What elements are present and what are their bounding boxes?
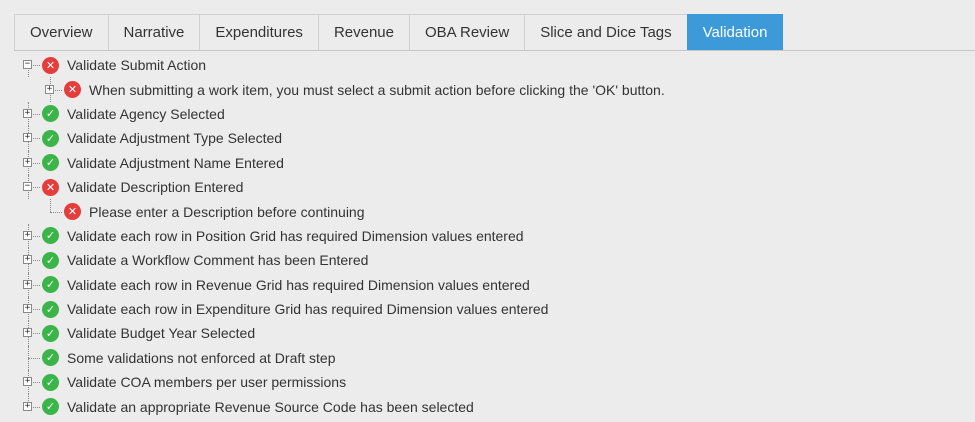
tree-connector: +: [44, 77, 64, 102]
tree-connector: +: [22, 248, 42, 273]
tree-node-label: Please enter a Description before contin…: [89, 203, 365, 220]
collapse-icon[interactable]: −: [23, 60, 32, 70]
validation-tree: − ✕ Validate Submit Action + ✕ When submittin…: [22, 53, 975, 422]
tree-connector: +: [22, 272, 42, 297]
tree-node-label: Validate COA members per user permission…: [67, 374, 347, 391]
tree-node[interactable]: ✕ Please enter a Description before conti…: [22, 199, 975, 223]
tree-node-label: Validate an appropriate Revenue Source C…: [67, 398, 474, 415]
tab-oba-review[interactable]: OBA Review: [408, 14, 525, 50]
tree-node[interactable]: ✓ Some validations not enforced at Draft …: [22, 345, 975, 371]
check-icon: ✓: [42, 251, 59, 269]
tree-node-label: Validate each row in Position Grid has r…: [67, 227, 524, 244]
error-x-icon: ✕: [64, 81, 81, 99]
tree-connector: +: [22, 296, 42, 322]
expand-icon[interactable]: +: [23, 328, 32, 338]
tree-node[interactable]: − ✕ Validate Submit Action: [22, 53, 975, 78]
tree-node-label: Some validations not enforced at Draft s…: [67, 349, 336, 366]
tree-node[interactable]: + ✓ Validate a Workflow Comment has been E…: [22, 248, 975, 273]
check-icon: ✓: [42, 154, 59, 172]
tree-node[interactable]: + ✕ When submitting a work item, you must …: [22, 77, 975, 102]
tree-node[interactable]: + ✓ Validate each row in Position Grid has…: [22, 223, 975, 249]
expand-icon[interactable]: +: [23, 401, 32, 411]
tree-node[interactable]: + ✓ Validate Adjustment Type Selected: [22, 126, 975, 151]
tree-connector: −: [22, 174, 42, 200]
tree-node-label: Validate Agency Selected: [67, 105, 225, 122]
tab-narrative[interactable]: Narrative: [107, 14, 200, 50]
check-icon: ✓: [42, 373, 59, 391]
tree-node-label: Validate each row in Expenditure Grid ha…: [67, 301, 549, 318]
collapse-icon[interactable]: −: [23, 182, 32, 192]
tab-slice-and-dice-tags[interactable]: Slice and Dice Tags: [524, 14, 687, 50]
tree-connector: +: [22, 150, 42, 175]
expand-icon[interactable]: +: [23, 108, 32, 118]
expand-icon[interactable]: +: [23, 377, 32, 387]
tree-connector: +: [22, 126, 42, 151]
tree-connector: +: [22, 394, 42, 418]
tree-node-label: Validate Adjustment Type Selected: [67, 130, 283, 147]
check-icon: ✓: [42, 227, 59, 245]
check-icon: ✓: [42, 324, 59, 342]
tab-expenditures[interactable]: Expenditures: [199, 14, 318, 50]
expand-icon[interactable]: +: [23, 157, 32, 167]
expand-icon[interactable]: +: [23, 255, 32, 265]
check-icon: ✓: [42, 129, 59, 147]
tree-node[interactable]: + ✓ Validate Budget Year Selected: [22, 321, 975, 346]
tree-node-label: Validate Adjustment Name Entered: [67, 154, 284, 171]
tab-bar: Overview Narrative Expenditures Revenue OBA …: [14, 14, 975, 51]
error-x-icon: ✕: [42, 178, 59, 196]
tree-node-label: Validate Budget Year Selected: [67, 325, 256, 342]
tree-connector: +: [22, 370, 42, 395]
tree-node[interactable]: − ✕ Validate Description Entered: [22, 174, 975, 200]
tree-node-label: When submitting a work item, you must se…: [89, 81, 665, 98]
tree-node-label: Validate Submit Action: [67, 57, 207, 74]
expand-icon[interactable]: +: [23, 279, 32, 289]
error-x-icon: ✕: [42, 56, 59, 74]
tree-node[interactable]: + ✓ Validate an appropriate Revenue Source…: [22, 394, 975, 418]
tree-node-label: Validate each row in Revenue Grid has re…: [67, 276, 530, 293]
check-icon: ✓: [42, 349, 59, 367]
tree-node-label: Validate a Workflow Comment has been Ent…: [67, 252, 369, 269]
tree-connector: +: [22, 101, 42, 127]
error-x-icon: ✕: [64, 203, 81, 221]
tab-validation[interactable]: Validation: [686, 14, 784, 50]
expand-icon[interactable]: +: [23, 230, 32, 240]
check-icon: ✓: [42, 105, 59, 123]
tree-connector: +: [22, 223, 42, 249]
tree-node[interactable]: + ✓ Validate each row in Expenditure Grid …: [22, 296, 975, 322]
tree-node[interactable]: + ✓ Validate each row in Revenue Grid has …: [22, 272, 975, 297]
expand-icon[interactable]: +: [23, 304, 32, 314]
tree-node-label: Validate Description Entered: [67, 179, 244, 196]
check-icon: ✓: [42, 276, 59, 294]
validation-page: Overview Narrative Expenditures Revenue OBA …: [0, 0, 975, 422]
tree-connector: +: [22, 321, 42, 346]
tree-node[interactable]: + ✓ Validate Agency Selected: [22, 101, 975, 127]
tree-connector: [22, 345, 42, 371]
check-icon: ✓: [42, 398, 59, 416]
check-icon: ✓: [42, 300, 59, 318]
tree-node[interactable]: + ✓ Validate Adjustment Name Entered: [22, 150, 975, 175]
expand-icon[interactable]: +: [23, 133, 32, 143]
tree-connector: [44, 199, 64, 223]
tree-connector: −: [22, 53, 42, 78]
tab-revenue[interactable]: Revenue: [317, 14, 409, 50]
expand-icon[interactable]: +: [45, 84, 54, 94]
tab-overview[interactable]: Overview: [14, 14, 108, 50]
tree-node[interactable]: + ✓ Validate COA members per user permissi…: [22, 370, 975, 395]
